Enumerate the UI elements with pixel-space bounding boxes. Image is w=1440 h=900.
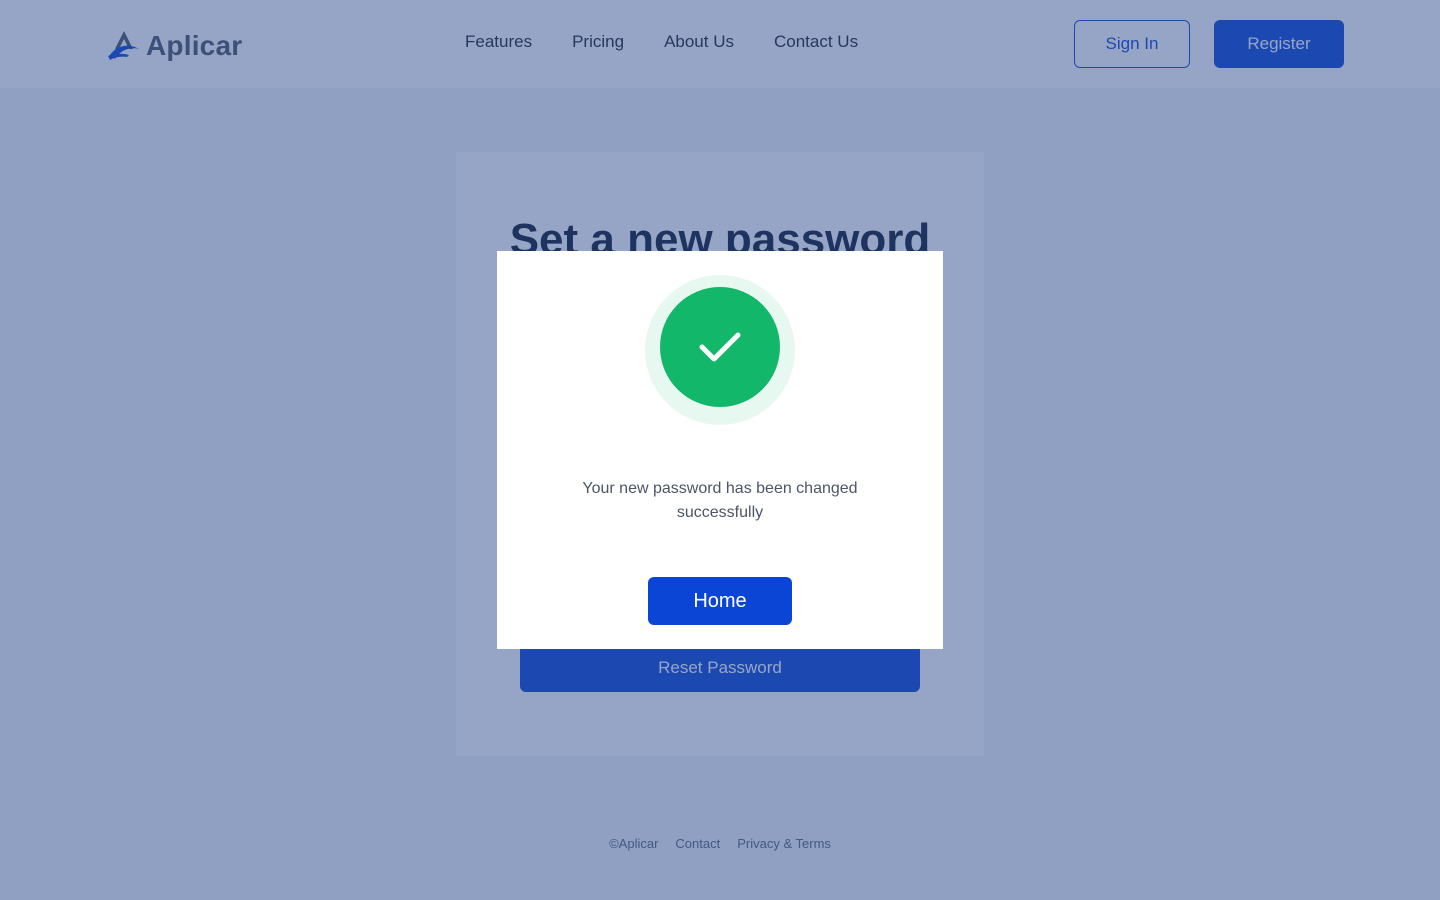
success-icon-halo bbox=[645, 275, 795, 425]
success-modal: Your new password has been changed succe… bbox=[497, 251, 943, 649]
success-message: Your new password has been changed succe… bbox=[582, 480, 858, 521]
home-button[interactable]: Home bbox=[648, 577, 792, 625]
check-icon bbox=[699, 332, 741, 362]
success-icon-circle bbox=[660, 287, 780, 407]
